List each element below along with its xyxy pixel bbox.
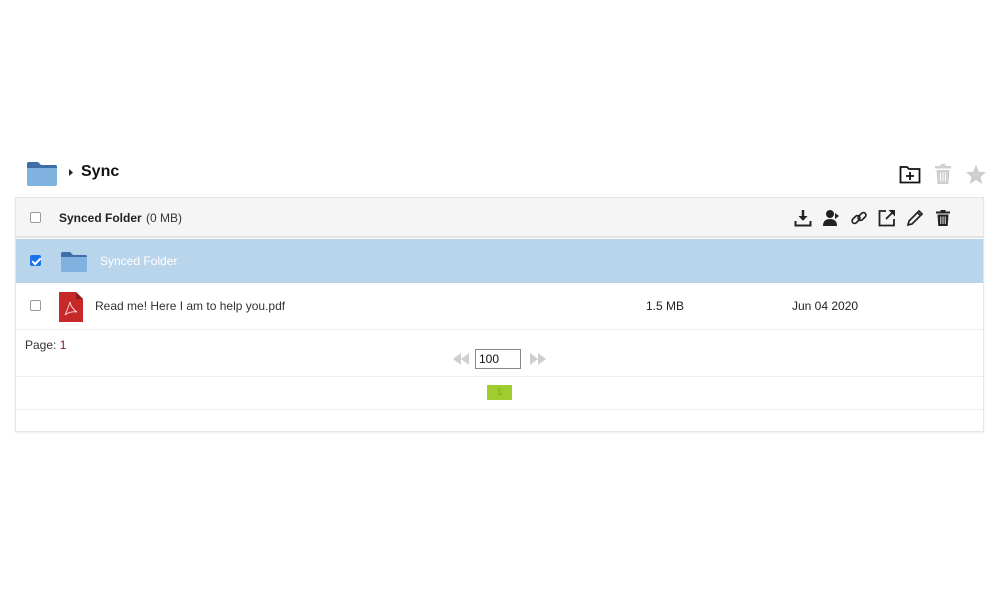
page-label: Page: 1 [25, 338, 67, 352]
table-row[interactable]: Read me! Here I am to help you.pdf 1.5 M… [16, 283, 983, 330]
row-actions-toolbar [785, 208, 953, 228]
table-header: Synced Folder (0 MB) [16, 198, 983, 238]
select-all-checkbox[interactable] [30, 212, 41, 223]
per-page-input[interactable] [475, 348, 521, 369]
current-folder-title: Synced Folder [59, 211, 142, 225]
row-checkbox[interactable] [30, 255, 41, 266]
row-checkbox[interactable] [30, 300, 41, 311]
caret-right-icon [69, 169, 73, 176]
delete-button[interactable] [933, 208, 953, 228]
star-icon [966, 164, 986, 184]
page-button[interactable]: 1 [487, 385, 512, 400]
delete-icon [936, 210, 950, 226]
share-user-icon [823, 210, 839, 226]
next-page-icon[interactable] [529, 352, 547, 366]
edit-pencil-icon [906, 209, 924, 227]
previous-page-icon[interactable] [452, 352, 470, 366]
row-name[interactable]: Read me! Here I am to help you.pdf [95, 299, 285, 313]
open-external-button[interactable] [877, 208, 897, 228]
trash-button[interactable] [931, 162, 955, 186]
new-folder-button[interactable] [898, 162, 922, 186]
link-icon [851, 211, 867, 225]
download-icon [794, 210, 812, 227]
page-title: Sync [81, 163, 120, 180]
folder-size: (0 MB) [146, 211, 182, 225]
folder-icon [27, 162, 57, 186]
row-size: 1.5 MB [646, 299, 685, 313]
breadcrumb: Sync [26, 158, 988, 188]
favorite-button[interactable] [964, 162, 988, 186]
pagination-bar: Page: 1 [16, 331, 983, 377]
page-list: 1 [16, 378, 983, 410]
folder-icon [61, 252, 87, 272]
rename-button[interactable] [905, 208, 925, 228]
row-name[interactable]: Synced Folder [100, 254, 177, 268]
pager-controls [452, 348, 547, 369]
trash-icon [935, 164, 951, 184]
row-date: Jun 04 2020 [792, 299, 859, 313]
table-row[interactable]: Synced Folder [16, 239, 983, 283]
download-button[interactable] [793, 208, 813, 228]
pdf-file-icon [59, 292, 83, 322]
copy-link-button[interactable] [849, 208, 869, 228]
current-page-number: 1 [59, 338, 67, 352]
open-external-icon [878, 210, 895, 227]
header-actions [889, 162, 988, 186]
file-list-panel: Synced Folder (0 MB) Synced Folder Read … [15, 197, 984, 432]
share-user-button[interactable] [821, 208, 841, 228]
new-folder-icon [899, 166, 921, 184]
